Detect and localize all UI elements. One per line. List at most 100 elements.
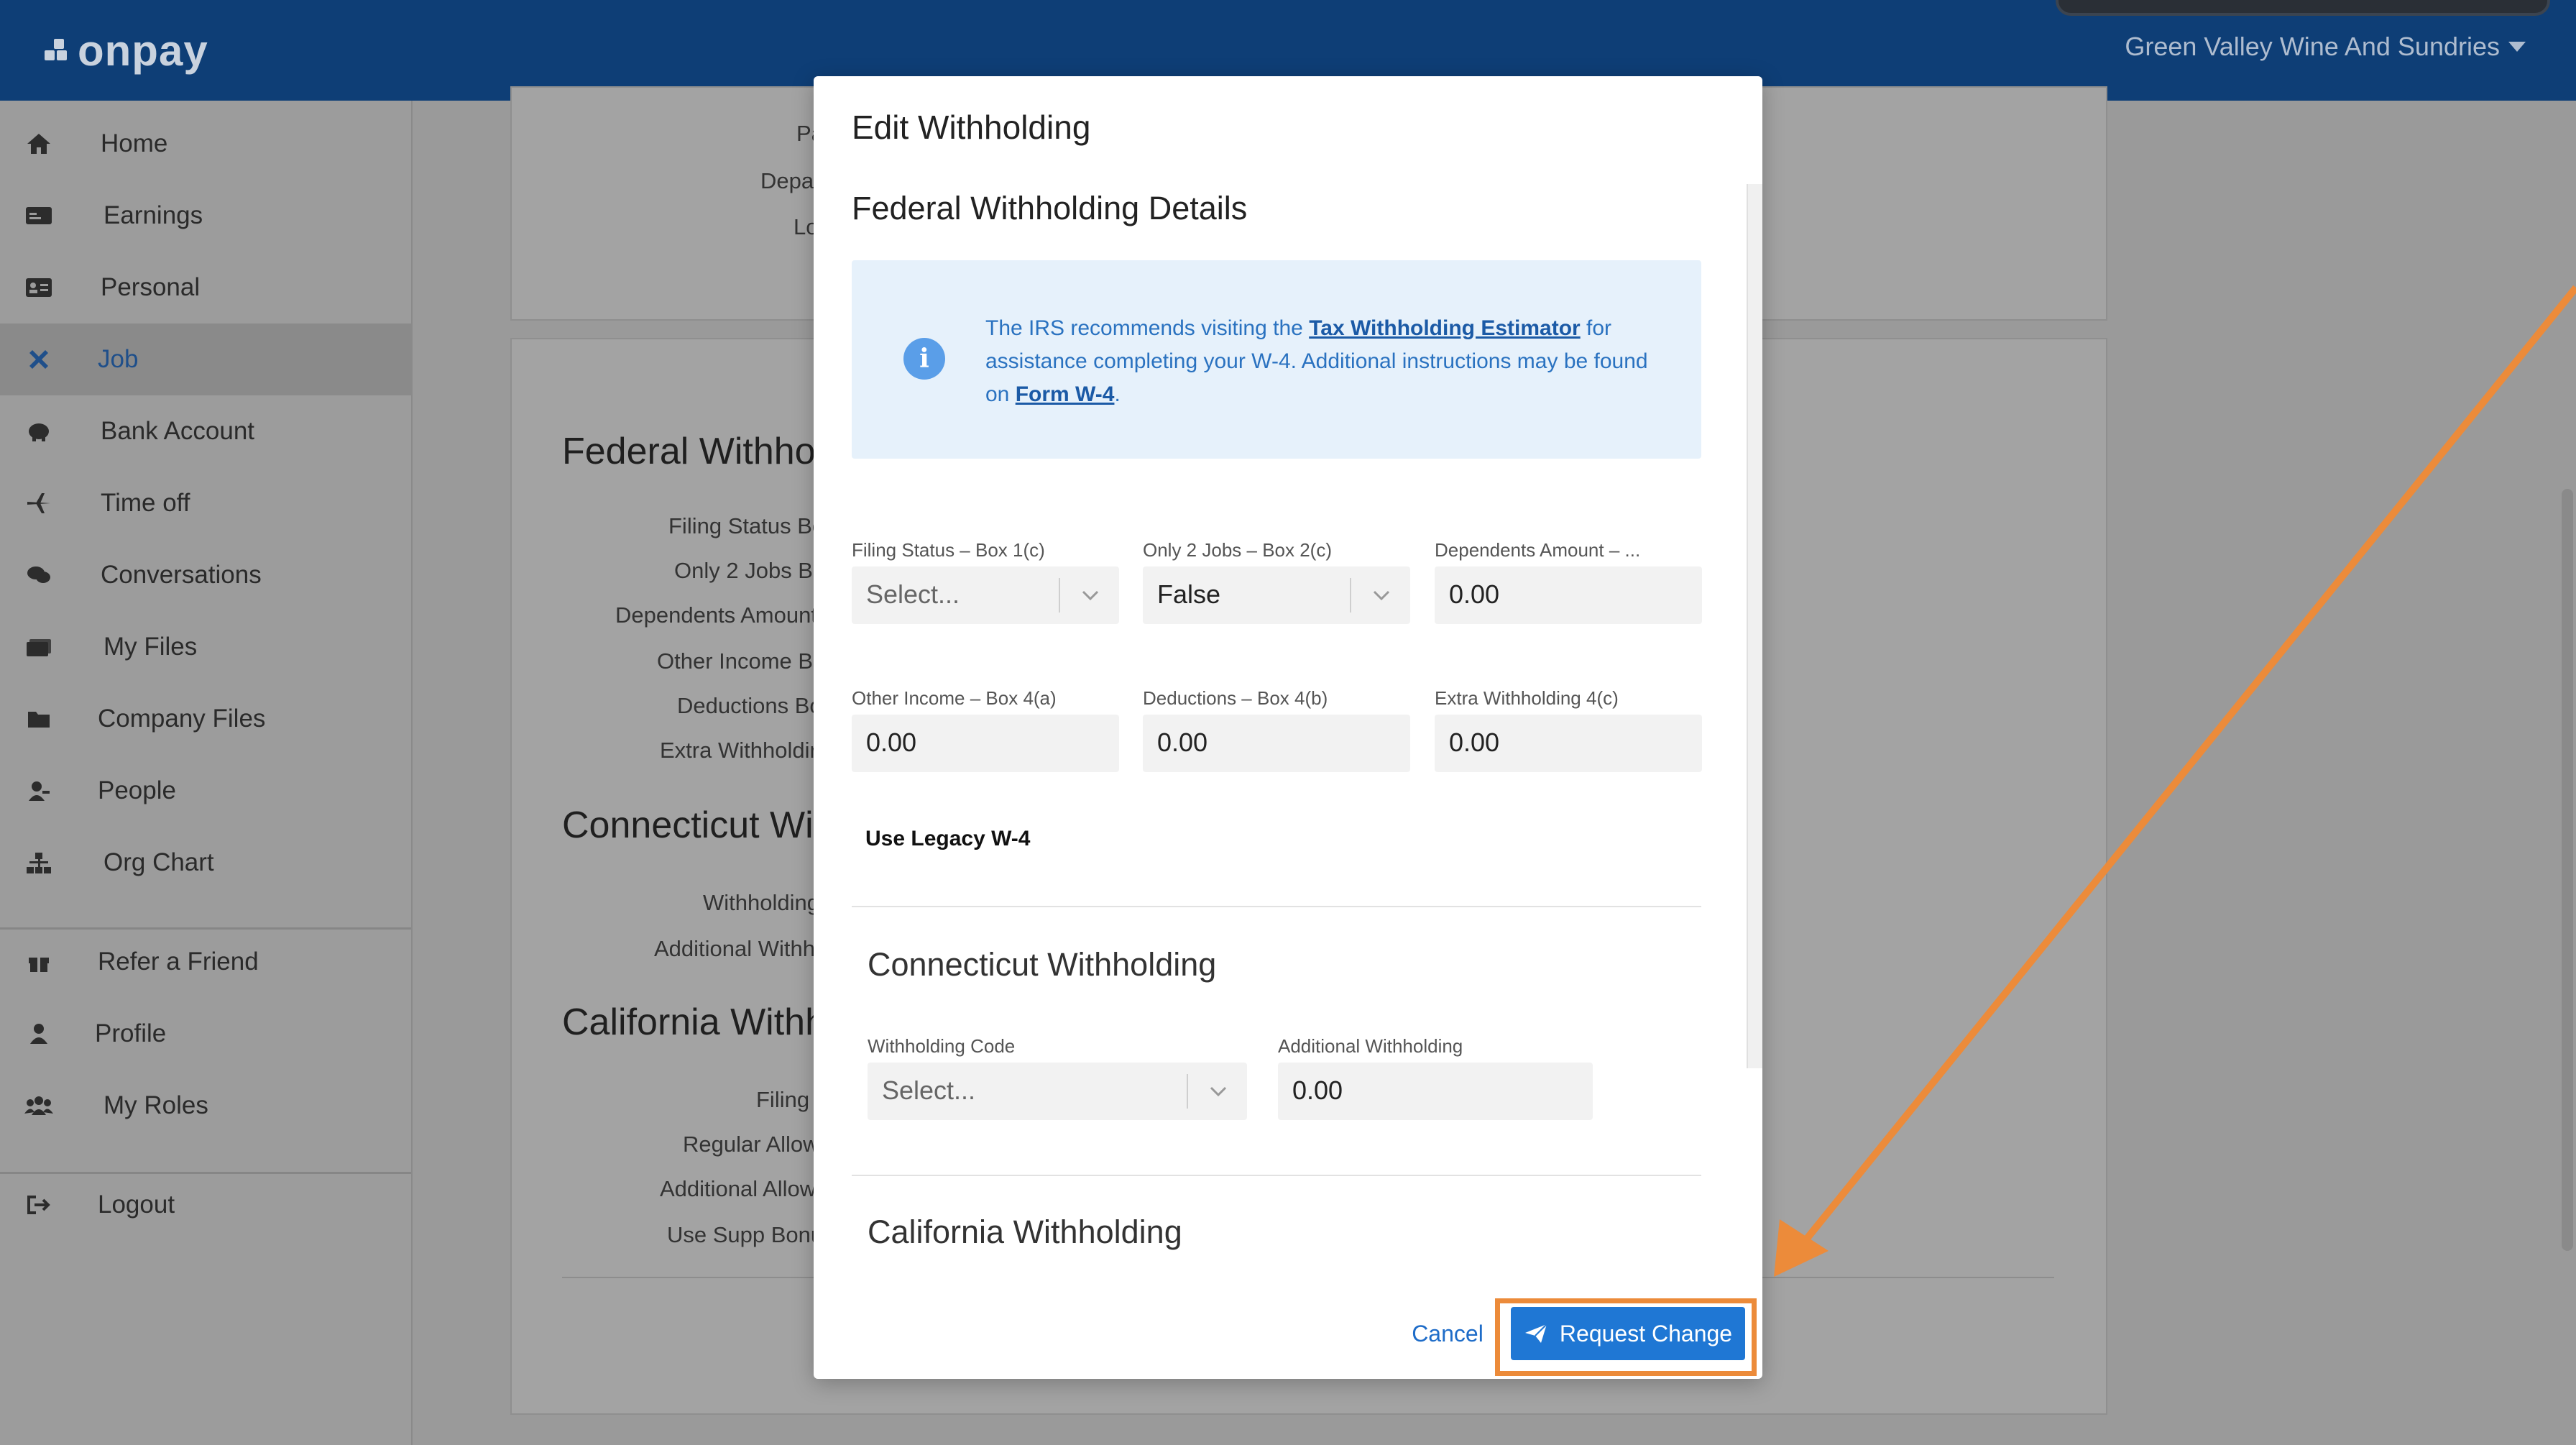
people-icon xyxy=(24,776,53,805)
sidebar-item-label: My Roles xyxy=(104,1091,208,1119)
logo-text: onpay xyxy=(78,26,208,75)
modal-title: Edit Withholding xyxy=(852,109,1091,146)
piggy-bank-icon xyxy=(24,417,53,446)
select-separator xyxy=(1059,578,1060,613)
two-jobs-select[interactable]: False xyxy=(1143,566,1410,624)
id-card-icon xyxy=(24,273,53,302)
info-icon: i xyxy=(903,338,945,380)
user-icon xyxy=(24,1019,53,1048)
dependents-amount-input[interactable]: 0.00 xyxy=(1435,566,1702,624)
modal-scrollbar[interactable] xyxy=(1747,184,1762,1068)
logo-mark-icon xyxy=(45,36,73,65)
tools-icon xyxy=(24,345,53,374)
bg-label: Withholding xyxy=(703,890,819,915)
sidebar-item-people[interactable]: People xyxy=(0,755,411,827)
sidebar-item-org-chart[interactable]: Org Chart xyxy=(0,827,411,899)
tax-withholding-estimator-link[interactable]: Tax Withholding Estimator xyxy=(1309,316,1581,340)
chevron-down-icon xyxy=(1373,590,1390,601)
sidebar-item-refer-a-friend[interactable]: Refer a Friend xyxy=(0,926,411,998)
sidebar-item-my-roles[interactable]: My Roles xyxy=(0,1070,411,1142)
folder-icon xyxy=(24,705,53,733)
california-section-title: California Withholding xyxy=(868,1214,1182,1250)
plane-icon xyxy=(24,489,53,518)
bg-label: Depa xyxy=(760,168,814,193)
sidebar-item-personal[interactable]: Personal xyxy=(0,252,411,324)
sidebar: Home Earnings Personal Job Bank Account … xyxy=(0,101,413,1445)
extra-withholding-input[interactable]: 0.00 xyxy=(1435,715,1702,772)
chevron-down-icon xyxy=(1082,590,1099,601)
other-income-input[interactable]: 0.00 xyxy=(852,715,1119,772)
ct-additional-value: 0.00 xyxy=(1292,1075,1343,1105)
request-change-label: Request Change xyxy=(1559,1320,1733,1347)
extra-withholding-value: 0.00 xyxy=(1449,728,1500,757)
money-icon xyxy=(24,201,53,230)
use-legacy-w4-toggle[interactable]: Use Legacy W-4 xyxy=(865,827,1030,851)
form-w4-link[interactable]: Form W-4 xyxy=(1016,382,1115,406)
sidebar-item-label: My Files xyxy=(104,633,198,661)
logout-icon xyxy=(24,1191,53,1219)
sidebar-item-label: Bank Account xyxy=(101,417,255,445)
irs-info-callout: i The IRS recommends visiting the Tax Wi… xyxy=(852,260,1701,459)
bg-label: Additional Withh xyxy=(654,936,816,961)
sidebar-item-label: Home xyxy=(101,129,168,157)
cancel-button[interactable]: Cancel xyxy=(1402,1314,1494,1353)
chevron-down-icon xyxy=(1210,1086,1227,1097)
sidebar-item-label: Company Files xyxy=(98,705,266,733)
sidebar-item-label: Personal xyxy=(101,273,201,301)
sidebar-item-earnings[interactable]: Earnings xyxy=(0,180,411,252)
sidebar-item-label: Conversations xyxy=(101,561,262,589)
info-text-part: . xyxy=(1114,382,1121,406)
dependents-value: 0.00 xyxy=(1449,579,1500,609)
extra-withholding-label: Extra Withholding 4(c) xyxy=(1435,687,1619,709)
sidebar-item-label: Refer a Friend xyxy=(98,948,259,976)
withholding-code-select[interactable]: Select... xyxy=(868,1063,1247,1120)
sidebar-item-home[interactable]: Home xyxy=(0,108,411,180)
sidebar-item-label: Logout xyxy=(98,1191,175,1219)
bg-label: Dependents Amount xyxy=(615,602,817,628)
withholding-code-label: Withholding Code xyxy=(868,1035,1016,1057)
group-icon xyxy=(24,1091,53,1120)
dependents-label: Dependents Amount – ... xyxy=(1435,539,1641,561)
sidebar-item-job[interactable]: Job xyxy=(0,324,411,395)
section-divider xyxy=(852,906,1701,907)
files-icon xyxy=(24,633,53,661)
bg-ct-heading: Connecticut Wi xyxy=(562,804,814,846)
deductions-label: Deductions – Box 4(b) xyxy=(1143,687,1328,709)
filing-status-placeholder: Select... xyxy=(866,579,960,609)
filing-status-select[interactable]: Select... xyxy=(852,566,1119,624)
ct-additional-withholding-input[interactable]: 0.00 xyxy=(1278,1063,1593,1120)
bg-label: Regular Allow xyxy=(683,1132,819,1157)
onpay-logo[interactable]: onpay xyxy=(45,22,208,79)
sidebar-item-label: Time off xyxy=(101,489,190,517)
section-divider xyxy=(852,1175,1701,1176)
sidebar-item-my-files[interactable]: My Files xyxy=(0,611,411,683)
bg-label: Deductions Bo xyxy=(677,693,822,718)
select-separator xyxy=(1187,1074,1188,1109)
deductions-input[interactable]: 0.00 xyxy=(1143,715,1410,772)
info-text: The IRS recommends visiting the Tax With… xyxy=(985,312,1654,411)
sidebar-item-label: Profile xyxy=(95,1019,167,1047)
request-change-button[interactable]: Request Change xyxy=(1511,1307,1745,1360)
home-icon xyxy=(24,129,53,158)
sidebar-item-conversations[interactable]: Conversations xyxy=(0,539,411,611)
sidebar-item-profile[interactable]: Profile xyxy=(0,998,411,1070)
bg-label: Filing xyxy=(756,1087,810,1112)
other-income-value: 0.00 xyxy=(866,728,917,757)
bg-label: Extra Withholdin xyxy=(660,738,822,763)
connecticut-section-title: Connecticut Withholding xyxy=(868,946,1217,983)
sidebar-item-company-files[interactable]: Company Files xyxy=(0,683,411,755)
two-jobs-value: False xyxy=(1157,579,1221,609)
company-name: Green Valley Wine And Sundries xyxy=(2125,32,2500,61)
chevron-down-icon xyxy=(2508,42,2526,52)
company-switcher[interactable]: Green Valley Wine And Sundries xyxy=(2125,32,2526,62)
sidebar-item-label: Earnings xyxy=(104,201,203,229)
sidebar-item-bank-account[interactable]: Bank Account xyxy=(0,395,411,467)
bg-label: Use Supp Bonu xyxy=(667,1222,824,1247)
bg-label: Other Income Bo xyxy=(657,648,826,674)
sidebar-item-time-off[interactable]: Time off xyxy=(0,467,411,539)
chat-icon xyxy=(24,561,53,590)
select-separator xyxy=(1350,578,1351,613)
page-scrollbar[interactable] xyxy=(2562,489,2573,1251)
sidebar-item-logout[interactable]: Logout xyxy=(0,1169,411,1241)
federal-section-title: Federal Withholding Details xyxy=(852,190,1248,226)
